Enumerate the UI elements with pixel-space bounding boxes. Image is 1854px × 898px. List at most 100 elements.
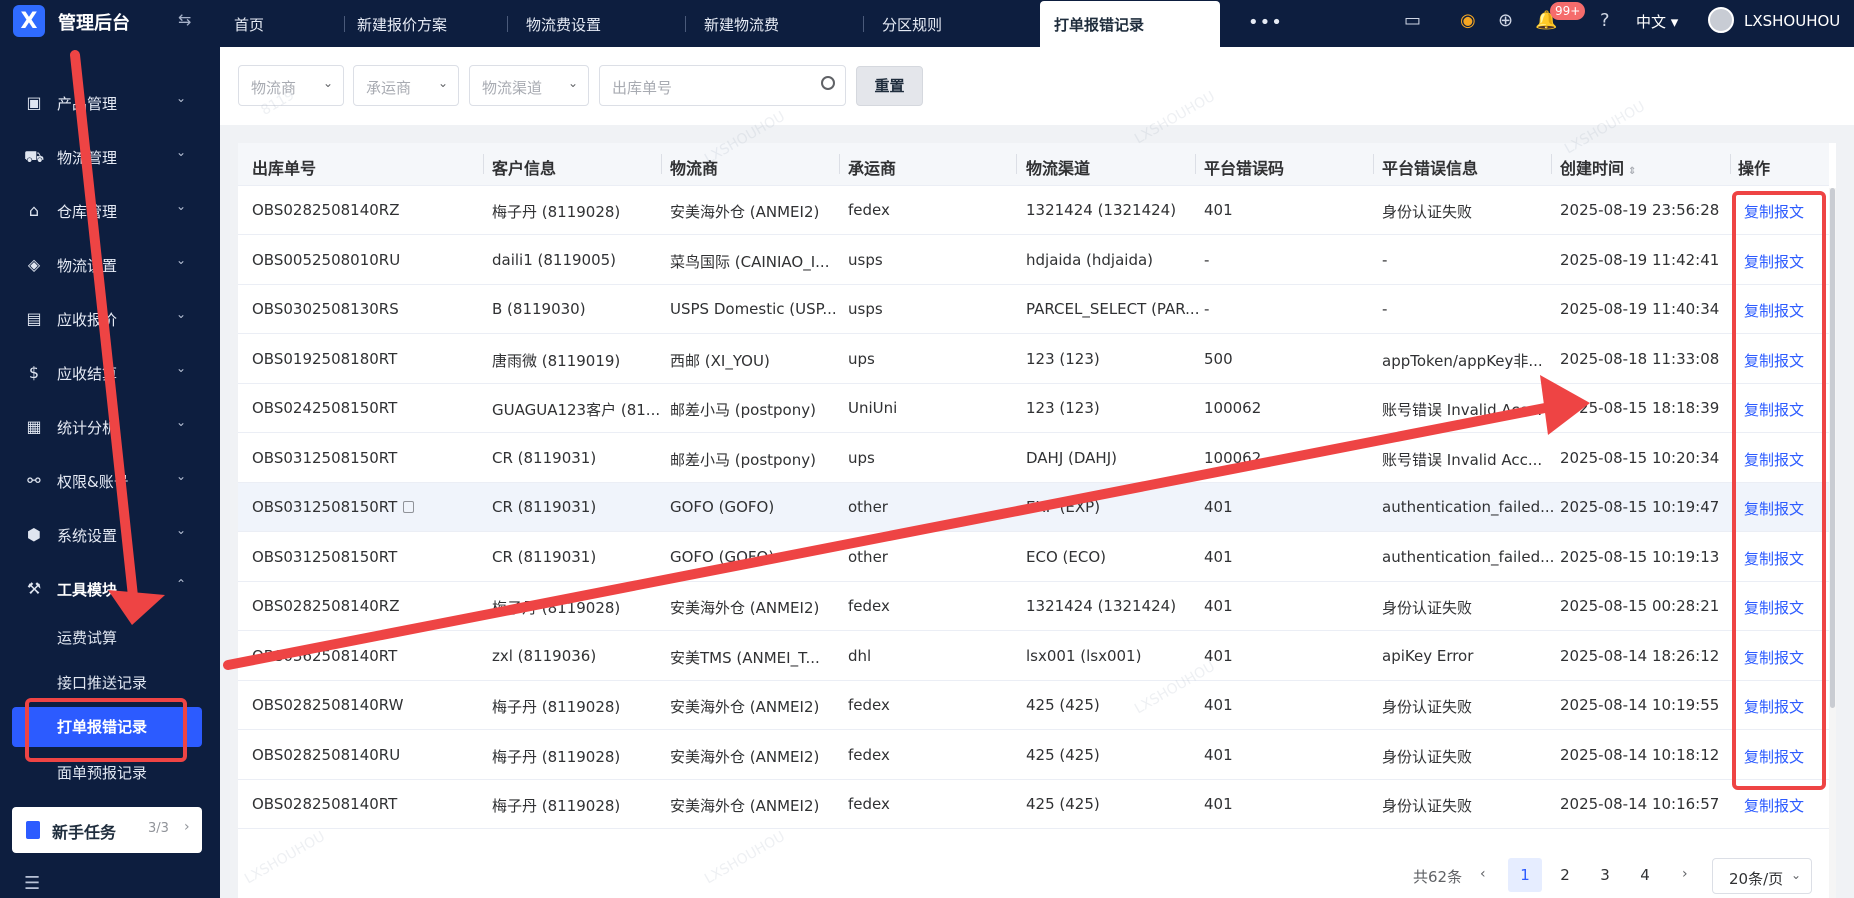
prev-page-icon[interactable]: ‹: [1480, 866, 1486, 882]
table-row[interactable]: OBS0282508140RT 梅子丹 (8119028) 安美海外仓 (ANMEI…: [238, 780, 1829, 829]
table-row[interactable]: OBS0312508150RT CR (8119031) GOFO (GOFO) ot…: [238, 483, 1829, 532]
next-page-icon[interactable]: ›: [1682, 866, 1688, 882]
table-cell: 2025-08-14 10:18:12: [1560, 745, 1720, 764]
table-row[interactable]: OBS0312508150RT CR (8119031) 邮差小马 (postpon…: [238, 434, 1829, 483]
page-2[interactable]: 2: [1548, 858, 1582, 892]
table-cell: 账号错误 Invalid Acc...: [1382, 450, 1543, 469]
sidebar-subitem-api-push-records[interactable]: 接口推送记录: [0, 663, 220, 701]
sidebar-item-system-settings[interactable]: ⬢ 系统设置 ⌄: [0, 515, 220, 555]
robot-icon[interactable]: ◉: [1460, 10, 1476, 31]
table-cell: fedex: [848, 696, 890, 714]
sidebar-item-receivable-settlement[interactable]: $ 应收结算 ⌄: [0, 353, 220, 393]
vertical-scrollbar[interactable]: [1829, 188, 1836, 898]
page-1[interactable]: 1: [1508, 858, 1542, 892]
tab-zone-rules[interactable]: 分区规则: [864, 0, 1040, 47]
newbie-tasks-card[interactable]: 新手任务 3/3 ›: [12, 807, 202, 853]
order-no-search-input[interactable]: 出库单号: [599, 65, 846, 106]
copy-message-link[interactable]: 复制报文: [1744, 746, 1804, 767]
copy-message-link[interactable]: 复制报文: [1744, 647, 1804, 668]
page-3[interactable]: 3: [1588, 858, 1622, 892]
table-cell: OBS0282508140RU: [252, 745, 401, 764]
chevron-down-icon: ⌄: [176, 199, 187, 213]
copy-message-link[interactable]: 复制报文: [1744, 597, 1804, 618]
table-cell: 安美海外仓 (ANMEI2): [670, 747, 820, 766]
page-size-select[interactable]: 20条/页 ⌄: [1712, 858, 1812, 894]
table-cell: 安美海外仓 (ANMEI2): [670, 698, 820, 716]
chart-icon: ▦: [26, 417, 42, 436]
column-divider: [1016, 154, 1017, 174]
copy-message-link[interactable]: 复制报文: [1744, 350, 1804, 371]
table-cell: OBS0282508140RT: [252, 795, 398, 813]
search-icon[interactable]: [821, 76, 835, 90]
table-cell: 401: [1204, 597, 1233, 615]
table-row[interactable]: OBS0282508140RZ 梅子丹 (8119028) 安美海外仓 (ANMEI…: [238, 582, 1829, 631]
download-icon[interactable]: ⊕: [1498, 10, 1513, 31]
help-icon[interactable]: ?: [1600, 10, 1610, 31]
table-cell: 安美TMS (ANMEI_T...: [670, 648, 820, 667]
more-tabs-icon[interactable]: •••: [1248, 12, 1283, 33]
sidebar-item-statistics[interactable]: ▦ 统计分析 ⌄: [0, 407, 220, 447]
table-cell: 2025-08-15 00:28:21: [1560, 597, 1720, 615]
avatar[interactable]: [1708, 7, 1734, 33]
menu-fold-icon[interactable]: ☰: [24, 873, 40, 894]
table-cell: 梅子丹 (8119028): [492, 599, 621, 617]
sidebar-item-products[interactable]: ▣ 产品管理 ⌄: [0, 83, 220, 123]
chevron-right-icon: ›: [184, 819, 190, 835]
reset-button[interactable]: 重置: [856, 66, 923, 106]
copy-message-link[interactable]: 复制报文: [1744, 300, 1804, 321]
table-row[interactable]: OBS0282508140RW 梅子丹 (8119028) 安美海外仓 (ANMEI…: [238, 681, 1829, 730]
copy-message-link[interactable]: 复制报文: [1744, 399, 1804, 420]
sidebar-subitem-print-error-records[interactable]: 打单报错记录: [12, 707, 202, 747]
table-row[interactable]: OBS0242508150RT GUAGUA123客户 (81... 邮差小马 (p…: [238, 384, 1829, 433]
username[interactable]: LXSHOUHOU: [1744, 12, 1840, 30]
collapse-sidebar-icon[interactable]: ⇆: [178, 10, 191, 29]
table-cell: 401: [1204, 696, 1233, 714]
table-cell: 西邮 (XI_YOU): [670, 351, 770, 370]
copy-message-link[interactable]: 复制报文: [1744, 548, 1804, 569]
sidebar-subitem-label-forecast-records[interactable]: 面单预报记录: [0, 753, 220, 791]
sidebar-item-tools[interactable]: ⚒ 工具模块 ⌃: [0, 569, 220, 609]
table-cell: fedex: [848, 201, 890, 219]
copy-message-link[interactable]: 复制报文: [1744, 795, 1804, 816]
tab-new-quote[interactable]: 新建报价方案: [345, 0, 508, 47]
copy-message-link[interactable]: 复制报文: [1744, 449, 1804, 470]
copy-message-link[interactable]: 复制报文: [1744, 498, 1804, 519]
scroll-thumb[interactable]: [1830, 188, 1835, 708]
sidebar-item-warehouse[interactable]: ⌂ 仓库管理 ⌄: [0, 191, 220, 231]
tab-home[interactable]: 首页: [222, 0, 345, 47]
copy-icon[interactable]: [403, 501, 415, 513]
page-4[interactable]: 4: [1628, 858, 1662, 892]
copy-message-link[interactable]: 复制报文: [1744, 696, 1804, 717]
tab-new-logistics-fee[interactable]: 新建物流费: [686, 0, 864, 47]
table-cell: -: [1204, 250, 1210, 269]
table-cell: 100062: [1204, 448, 1262, 467]
table-row[interactable]: OBS0192508180RT 唐雨微 (8119019) 西邮 (XI_YOU) u…: [238, 335, 1829, 384]
tab-logistics-fee-settings[interactable]: 物流费设置: [508, 0, 686, 47]
table-row[interactable]: OBS0362508140RT zxl (8119036) 安美TMS (ANMEI…: [238, 632, 1829, 681]
sidebar-item-receivable-quote[interactable]: ▤ 应收报价 ⌄: [0, 299, 220, 339]
sidebar-subitem-freight-calc[interactable]: 运费试算: [0, 618, 220, 656]
sidebar-item-logistics[interactable]: ⛟ 物流管理 ⌄: [0, 137, 220, 177]
tab-print-error-records[interactable]: 打单报错记录: [1040, 1, 1220, 47]
chevron-down-icon: ⌄: [176, 145, 187, 159]
inbox-icon[interactable]: ▭: [1404, 10, 1421, 31]
table-cell: -: [1382, 250, 1388, 269]
table-row[interactable]: OBS0282508140RU 梅子丹 (8119028) 安美海外仓 (ANMEI…: [238, 731, 1829, 780]
sidebar-item-logistics-settings[interactable]: ◈ 物流设置 ⌄: [0, 245, 220, 285]
table-row[interactable]: OBS0282508140RZ 梅子丹 (8119028) 安美海外仓 (ANMEI…: [238, 186, 1829, 235]
language-selector[interactable]: 中文 ▾: [1636, 11, 1678, 32]
table-row[interactable]: OBS0312508150RT CR (8119031) GOFO (GOFO) ot…: [238, 533, 1829, 582]
table-row[interactable]: OBS0052508010RU daili1 (8119005) 菜鸟国际 (CAI…: [238, 236, 1829, 285]
sort-created-time[interactable]: 创建时间 ⇕: [1560, 155, 1636, 179]
x-logo-icon[interactable]: X: [13, 5, 45, 37]
column-divider: [1195, 154, 1196, 174]
table-cell: 2025-08-15 10:19:47: [1560, 498, 1720, 516]
copy-message-link[interactable]: 复制报文: [1744, 251, 1804, 272]
carrier-select[interactable]: 承运商 ⌄: [353, 65, 459, 106]
channel-select[interactable]: 物流渠道 ⌄: [469, 65, 589, 106]
chevron-down-icon: ⌄: [176, 415, 187, 429]
table-row[interactable]: OBS0302508130RS B (8119030) USPS Domestic …: [238, 285, 1829, 334]
copy-message-link[interactable]: 复制报文: [1744, 201, 1804, 222]
sidebar-item-permissions[interactable]: ⚯ 权限&账号 ⌄: [0, 461, 220, 501]
document-icon: ▤: [26, 309, 42, 328]
